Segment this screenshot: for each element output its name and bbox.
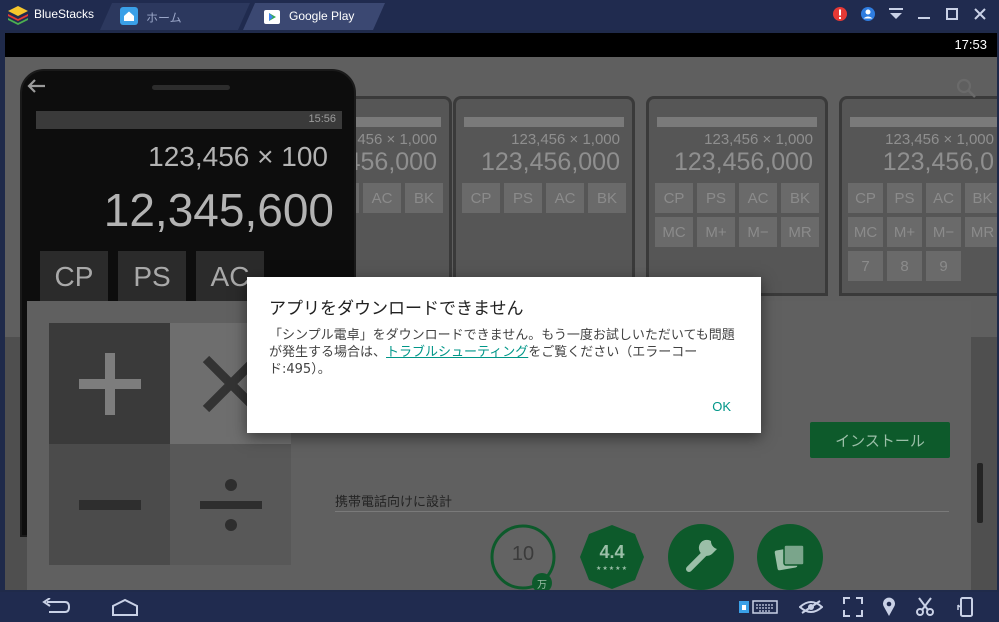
screenshot-key: MC <box>655 217 693 247</box>
window-controls <box>831 5 989 23</box>
eye-icon[interactable] <box>798 596 824 618</box>
rotate-icon[interactable] <box>956 596 976 618</box>
account-icon[interactable] <box>859 5 877 23</box>
screenshot-key: AC <box>739 183 777 213</box>
screenshot-key: AC <box>926 183 961 213</box>
plus-icon <box>49 323 170 444</box>
keyboard-icon[interactable] <box>738 596 780 618</box>
screenshot-key: CP <box>462 183 500 213</box>
screenshot-key: CP <box>655 183 693 213</box>
screenshot-key: BK <box>405 183 443 213</box>
search-icon[interactable] <box>955 77 977 99</box>
screenshot-result: 123,456,000 <box>480 148 620 176</box>
screenshot-key: M+ <box>697 217 735 247</box>
android-status-bar: 17:53 <box>5 33 997 57</box>
downloads-unit: 万 <box>532 573 552 590</box>
divide-icon <box>170 444 291 565</box>
tools-category-badge[interactable] <box>667 523 735 590</box>
screenshot-expression: 123,456 × 1,000 <box>704 131 813 148</box>
bluestacks-logo <box>8 6 28 25</box>
screenshot-key: PS <box>697 183 735 213</box>
status-clock: 17:53 <box>954 37 987 52</box>
app-screenshot[interactable]: 123,456 × 1,000 123,456,0 CP PS AC BK MC… <box>839 96 997 296</box>
minimize-icon[interactable] <box>915 5 933 23</box>
minus-icon <box>49 444 170 565</box>
screenshot-status-bar <box>464 117 624 127</box>
scissors-icon[interactable] <box>914 596 936 618</box>
screenshot-key: M− <box>926 217 961 247</box>
similar-apps-badge[interactable] <box>756 523 824 590</box>
downloads-count: 10 <box>511 543 535 565</box>
screenshot-key: AC <box>546 183 584 213</box>
home-icon[interactable] <box>110 596 140 618</box>
ok-button[interactable]: OK <box>712 399 731 414</box>
screenshot-key: PS <box>887 183 922 213</box>
screenshot-key: AC <box>363 183 401 213</box>
close-icon[interactable] <box>971 5 989 23</box>
screenshot-expression: 123,456 × 1,000 <box>885 131 994 148</box>
screenshot-key: 7 <box>848 251 883 281</box>
screenshot-key: M− <box>739 217 777 247</box>
screenshot-key: BK <box>965 183 997 213</box>
phone-key: PS <box>118 251 186 303</box>
app-screenshot[interactable]: 123,456 × 1,000 123,456,000 CP PS AC BK … <box>646 96 828 296</box>
dialog-title: アプリをダウンロードできません <box>269 299 524 319</box>
fullscreen-icon[interactable] <box>842 596 864 618</box>
screenshot-key: BK <box>781 183 819 213</box>
wrench-icon <box>668 524 734 590</box>
designed-for-phones: 携帯電話向けに設計 <box>335 495 453 510</box>
screenshot-key: MR <box>965 217 997 247</box>
phone-result: 12,345,600 <box>103 184 334 236</box>
app-screenshot[interactable]: 123,456 × 1,000 123,456,000 CP PS AC BK <box>453 96 635 296</box>
screenshot-key: MR <box>781 217 819 247</box>
phone-expression: 123,456 × 100 <box>148 141 328 172</box>
back-icon[interactable] <box>40 596 72 618</box>
home-icon <box>120 7 138 25</box>
dialog-message: 「シンプル電卓」をダウンロードできません。もう一度お試しいただいても問題が発生す… <box>269 327 745 378</box>
phone-key: CP <box>40 251 108 303</box>
screenshot-key: PS <box>504 183 542 213</box>
android-screen: 17:53 123,456 × 1,000 123,456,000 CP PS … <box>5 33 997 590</box>
maximize-icon[interactable] <box>943 5 961 23</box>
tab-home[interactable]: ホーム <box>100 3 250 30</box>
troubleshooting-link[interactable]: トラブルシューティング <box>386 345 528 360</box>
screenshot-expression: 123,456 × 1,000 <box>511 131 620 148</box>
app-name: BlueStacks <box>34 7 95 21</box>
phone-status-time: 15:56 <box>308 113 336 125</box>
screenshot-status-bar <box>850 117 997 127</box>
screenshot-key: BK <box>588 183 626 213</box>
phone-status-bar: 15:56 <box>36 111 342 129</box>
tab-google-play[interactable]: Google Play <box>243 3 385 30</box>
screenshot-result: 123,456,000 <box>673 148 813 176</box>
screenshot-status-bar <box>657 117 817 127</box>
tab-home-label: ホーム <box>146 11 182 25</box>
google-play-icon <box>264 10 280 24</box>
install-button[interactable]: インストール <box>810 422 950 458</box>
screenshot-key: M+ <box>887 217 922 247</box>
location-icon[interactable] <box>880 596 898 618</box>
tab-google-play-label: Google Play <box>289 9 355 23</box>
back-arrow-icon[interactable] <box>25 75 47 97</box>
scrollbar[interactable] <box>977 463 983 523</box>
screenshot-result: 123,456,0 <box>882 148 994 176</box>
downloads-badge: 10 万 <box>489 523 557 590</box>
cards-icon <box>757 524 823 590</box>
screenshot-key: 8 <box>887 251 922 281</box>
phone-speaker <box>152 85 230 90</box>
menu-icon[interactable] <box>887 5 905 23</box>
screenshot-key: 9 <box>926 251 961 281</box>
section-divider <box>335 511 949 512</box>
rating-badge: 4.4 ★★★★★ <box>578 523 646 590</box>
error-dialog: アプリをダウンロードできません 「シンプル電卓」をダウンロードできません。もう一… <box>247 277 761 433</box>
screenshot-key: CP <box>848 183 883 213</box>
alert-icon[interactable] <box>831 5 849 23</box>
bottom-bar <box>0 592 999 622</box>
rating-stars: ★★★★★ <box>596 565 628 572</box>
title-bar: BlueStacks ホーム Google Play <box>0 0 999 30</box>
rating-value: 4.4 <box>599 542 625 562</box>
screenshot-key: MC <box>848 217 883 247</box>
